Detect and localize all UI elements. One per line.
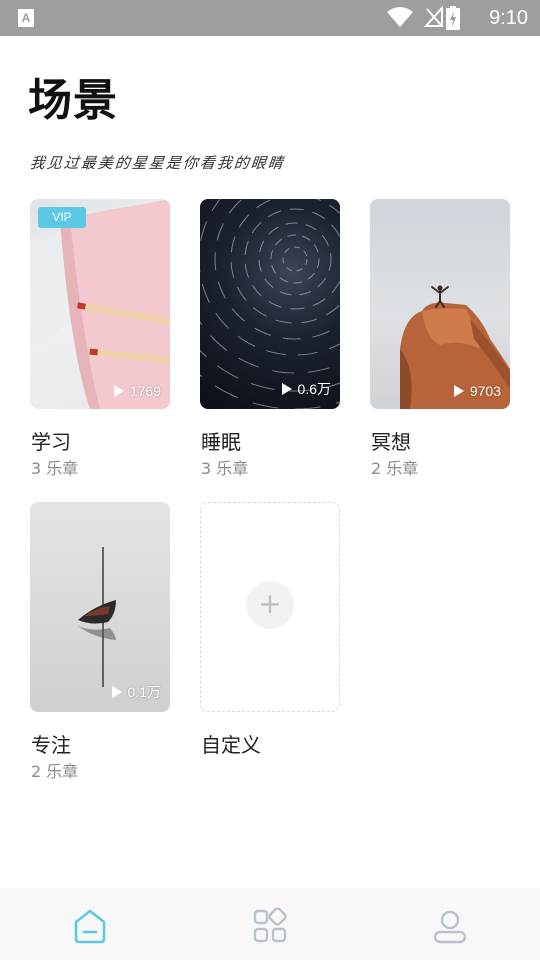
play-count-value: 9703 [469,383,501,399]
home-icon [74,909,106,944]
scene-title: 学习 [31,430,71,454]
scene-title: 冥想 [371,430,411,454]
scene-chapters: 2 乐章 [31,762,79,781]
scene-chapters: 3 乐章 [201,459,249,478]
scene-thumbnail: VIP 1769 [30,199,170,409]
play-count: 0.1万 [111,682,161,702]
play-count-value: 0.1万 [127,684,161,700]
boat-on-water-image [78,547,116,687]
scene-title: 专注 [31,733,71,757]
play-icon [453,385,464,397]
scene-card-study[interactable]: VIP 1769 学习 3 乐章 [30,199,170,478]
battery-charging-icon [446,6,460,30]
scene-card-sleep[interactable]: 0.6万 睡眠 3 乐章 [200,199,340,478]
custom-scene-placeholder[interactable]: + [200,502,340,712]
scene-card-meditation[interactable]: 9703 冥想 2 乐章 [370,199,510,478]
scene-title: 睡眠 [201,430,241,454]
no-signal-icon [424,6,443,27]
bottom-navigation [0,888,540,960]
play-icon [281,383,292,395]
play-count: 0.6万 [281,379,331,399]
app-notification-icon: A [18,9,34,27]
scene-thumbnail: 0.1万 [30,502,170,712]
tagline: 我见过最美的星星是你看我的眼睛 [29,154,286,172]
status-bar: A 9:10 [0,0,540,36]
play-count-value: 0.6万 [297,381,331,397]
play-icon [111,686,122,698]
wifi-icon [387,7,413,27]
rock-cliff-image [400,285,510,409]
vip-badge: VIP [38,207,86,228]
custom-scene-title: 自定义 [201,733,261,757]
scene-chapters: 3 乐章 [31,459,79,478]
page-title: 场景 [28,75,118,126]
profile-icon [433,910,467,944]
scene-chapters: 2 乐章 [371,459,419,478]
nav-home[interactable] [70,906,110,946]
play-icon [113,385,124,397]
nav-categories[interactable] [250,906,290,946]
scene-thumbnail: 9703 [370,199,510,409]
scene-thumbnail: 0.6万 [200,199,340,409]
play-count-value: 1769 [129,383,161,399]
scene-card-focus[interactable]: 0.1万 专注 2 乐章 [30,502,170,781]
grid-icon [253,907,287,943]
clock-time: 9:10 [489,7,528,29]
notebook-pencils-image [30,199,170,409]
nav-profile[interactable] [430,906,470,946]
star-trails-image [200,199,340,409]
add-icon[interactable]: + [246,581,294,629]
custom-scene-card[interactable]: + 自定义 [200,502,340,757]
play-count: 1769 [113,383,161,399]
play-count: 9703 [453,383,501,399]
